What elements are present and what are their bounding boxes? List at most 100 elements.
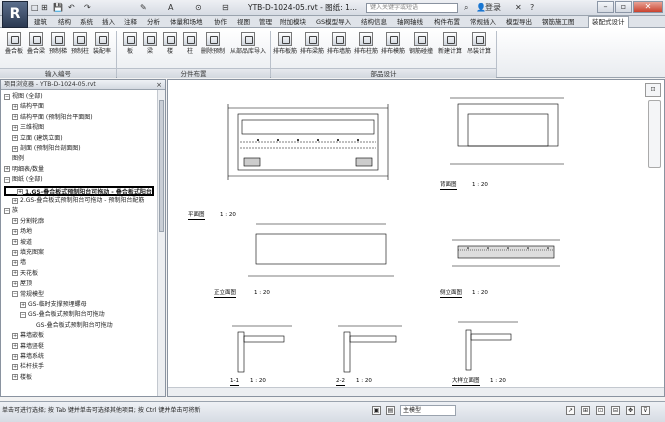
tree-toggle-icon[interactable]: − — [4, 93, 10, 100]
tree-toggle-icon[interactable]: − — [20, 311, 26, 318]
tree-toggle-icon[interactable]: + — [17, 189, 23, 196]
tree-item[interactable]: +1.GS-叠合板式预制阳台可拖动 - 叠合板式阳台 — [4, 185, 154, 196]
tree-item[interactable]: 图例 — [1, 154, 24, 164]
tree-toggle-icon[interactable]: + — [12, 239, 18, 246]
drawing-area[interactable]: 平面图 1 : 20 背面图 1 : 20 正立面图 1 : 20 侧立面图 1… — [167, 79, 665, 397]
tree-toggle-icon[interactable]: + — [12, 197, 18, 204]
place-stair-button[interactable]: 楼 — [162, 32, 178, 60]
tree-item[interactable]: + 幕墙系统 — [1, 352, 44, 362]
tab-general-insert[interactable]: 常规插入 — [470, 17, 496, 28]
tree-item[interactable]: +2.GS-叠合板式预制阳台可拖动 - 预制阳台配筋 — [1, 196, 144, 206]
3d-view-icon[interactable]: ⊙ — [195, 3, 202, 13]
app-menu-button[interactable]: R — [2, 1, 28, 28]
search-input[interactable]: 键入关键字或短语 — [366, 3, 458, 13]
active-model-select[interactable]: 主模型 — [400, 405, 456, 416]
close-icon[interactable]: × — [156, 80, 162, 90]
rebar-clash-button[interactable]: 钢筋碰撞 — [408, 32, 434, 60]
tree-toggle-icon[interactable]: + — [12, 228, 18, 235]
save-icon[interactable]: 💾 — [53, 3, 63, 13]
close-button[interactable]: ✕ — [633, 1, 663, 13]
composite-slab-button[interactable]: 叠合板 — [4, 32, 24, 60]
tab-rebar-drawing[interactable]: 钢筋施工图 — [542, 17, 575, 28]
column-rebar-button[interactable]: 排布柱筋 — [353, 32, 379, 60]
tree-item[interactable]: + 填充图案 — [1, 248, 44, 258]
tree-toggle-icon[interactable]: + — [12, 374, 18, 381]
assembly-rate-button[interactable]: 装配率 — [92, 32, 112, 60]
tab-grids[interactable]: 轴网轴线 — [397, 17, 423, 28]
restore-button[interactable]: ▫ — [615, 1, 632, 13]
measure-icon[interactable]: ✎ — [140, 3, 147, 13]
tree-toggle-icon[interactable]: + — [12, 103, 18, 110]
tab-analyze[interactable]: 分析 — [147, 17, 160, 28]
wall-rebar-button[interactable]: 排布墙筋 — [326, 32, 352, 60]
tree-item[interactable]: + 天花板 — [1, 269, 38, 279]
tree-toggle-icon[interactable]: − — [4, 207, 10, 214]
tab-model-export[interactable]: 模型导出 — [506, 17, 532, 28]
redo-icon[interactable]: ↷ — [84, 3, 91, 13]
tree-item[interactable]: + 立面 (建筑立面) — [1, 134, 63, 144]
search-icon[interactable]: ⌕ — [464, 2, 468, 14]
tab-systems[interactable]: 系统 — [80, 17, 93, 28]
tree-toggle-icon[interactable]: + — [12, 332, 18, 339]
help-icon[interactable]: ? — [530, 2, 534, 14]
login-link[interactable]: 登录 — [485, 2, 501, 14]
tree-item[interactable]: − 视图 (全部) — [1, 92, 43, 102]
navigation-bar[interactable] — [648, 100, 661, 168]
tree-toggle-icon[interactable]: + — [12, 114, 18, 121]
tree-item[interactable]: + 栏杆扶手 — [1, 362, 44, 372]
tree-item[interactable]: + 场地 — [1, 227, 32, 237]
tab-struct-info[interactable]: 结构信息 — [361, 17, 387, 28]
tree-toggle-icon[interactable]: + — [12, 280, 18, 287]
slab-rebar-button[interactable]: 排布板筋 — [272, 32, 298, 60]
tree-toggle-icon[interactable]: + — [12, 145, 18, 152]
tab-addins[interactable]: 附加模块 — [280, 17, 306, 28]
new-calc-button[interactable]: 新建计算 — [437, 32, 463, 60]
select-pinned-icon[interactable]: ⊡ — [596, 406, 605, 415]
tab-collaborate[interactable]: 协作 — [214, 17, 227, 28]
text-icon[interactable]: A — [168, 3, 173, 13]
tree-item[interactable]: + 明细表/数量 — [1, 165, 44, 175]
place-column-button[interactable]: 柱 — [182, 32, 198, 60]
filter-icon[interactable]: ⊽ — [641, 406, 650, 415]
precast-stair-button[interactable]: 预制梯 — [48, 32, 68, 60]
tree-item[interactable]: + 幕墙嵌板 — [1, 331, 44, 341]
composite-beam-button[interactable]: 叠合梁 — [26, 32, 46, 60]
tab-massing-site[interactable]: 体量和场地 — [170, 17, 203, 28]
tree-item[interactable]: + 剖面 (预制阳台剖面图) — [1, 144, 81, 154]
tree-toggle-icon[interactable]: + — [12, 363, 18, 370]
viewcube-icon[interactable]: ⊡ — [645, 83, 661, 97]
select-by-face-icon[interactable]: ⊟ — [611, 406, 620, 415]
new-icon[interactable]: ⊞ — [41, 3, 48, 13]
tree-toggle-icon[interactable]: + — [12, 218, 18, 225]
tree-toggle-icon[interactable]: − — [12, 291, 18, 298]
tree-item[interactable]: − GS-叠合板式预制阳台可拖动 — [1, 310, 105, 320]
tree-item[interactable]: + GS-临时支撑预埋螺母 — [1, 300, 87, 310]
browser-scrollbar[interactable] — [157, 90, 165, 396]
tree-item[interactable]: + 结构平面 — [1, 102, 44, 112]
tree-toggle-icon[interactable]: + — [12, 353, 18, 360]
drag-elements-icon[interactable]: ✥ — [626, 406, 635, 415]
tree-toggle-icon[interactable]: + — [12, 259, 18, 266]
tree-toggle-icon[interactable]: + — [12, 124, 18, 131]
minimize-button[interactable]: – — [597, 1, 614, 13]
precast-column-button[interactable]: 预制柱 — [70, 32, 90, 60]
tree-toggle-icon[interactable]: + — [20, 301, 26, 308]
tree-toggle-icon[interactable]: + — [4, 166, 10, 173]
mold-rebar-button[interactable]: 排布模筋 — [380, 32, 406, 60]
tree-item[interactable]: + 屋顶 — [1, 279, 32, 289]
tree-item[interactable]: + 幕墙竖梃 — [1, 342, 44, 352]
tree-item[interactable]: GS-叠合板式预制阳台可拖动 — [1, 321, 113, 331]
tree-item[interactable]: + 三维视图 — [1, 123, 44, 133]
tab-annotate[interactable]: 注释 — [124, 17, 137, 28]
switch-windows-icon[interactable]: ⊟ — [222, 3, 229, 13]
tree-toggle-icon[interactable]: + — [12, 270, 18, 277]
tree-item[interactable]: + 墙 — [1, 258, 26, 268]
place-beam-button[interactable]: 梁 — [142, 32, 158, 60]
open-icon[interactable]: □ — [31, 3, 39, 13]
beam-rebar-button[interactable]: 排布梁筋 — [299, 32, 325, 60]
select-underlay-icon[interactable]: ⊞ — [581, 406, 590, 415]
canvas-hscrollbar[interactable] — [168, 387, 664, 396]
tab-insert[interactable]: 插入 — [102, 17, 115, 28]
worksets-icon[interactable]: ▣ — [372, 406, 381, 415]
tree-item[interactable]: − 图纸 (全部) — [1, 175, 43, 185]
